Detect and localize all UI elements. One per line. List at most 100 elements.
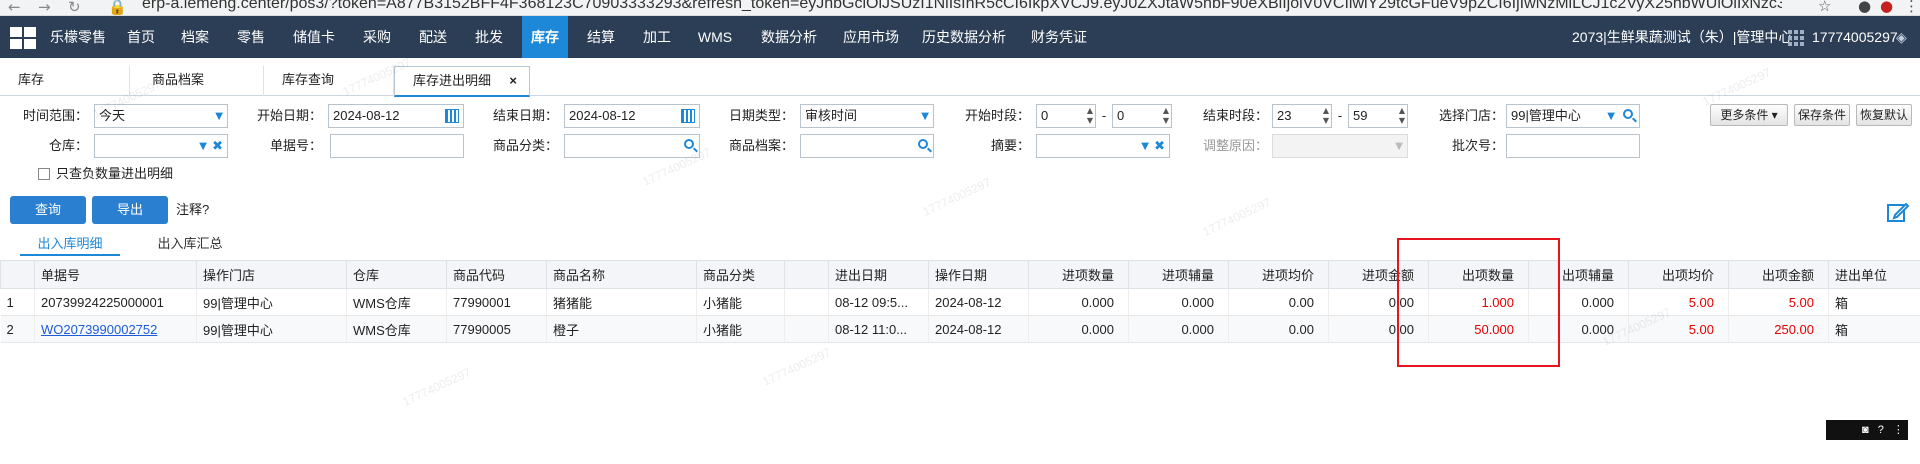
in-qty-cell: 0.000 — [1028, 315, 1129, 343]
end-date-input[interactable]: 2024-08-12 — [564, 104, 700, 128]
reload-icon[interactable]: ↻ — [68, 0, 81, 15]
clear-icon[interactable]: ✖ — [1154, 135, 1165, 157]
col-header[interactable]: 商品代码 — [446, 260, 547, 289]
nav-distribution[interactable]: 配送 — [410, 16, 456, 58]
nav-data-analysis[interactable]: 数据分析 — [756, 16, 822, 58]
note-link[interactable]: 注释? — [176, 198, 209, 222]
col-header[interactable]: 进出日期 — [828, 260, 929, 289]
nav-wholesale[interactable]: 批发 — [466, 16, 512, 58]
end-minute-stepper[interactable]: 59 ▲ ▼ — [1348, 104, 1408, 128]
search-icon[interactable] — [918, 139, 928, 149]
search-icon[interactable] — [684, 139, 694, 149]
account-name[interactable]: 17774005297 — [1812, 16, 1898, 58]
stepper-arrows-icon[interactable]: ▲ ▼ — [1399, 106, 1405, 126]
nav-app-market[interactable]: 应用市场 — [838, 16, 904, 58]
back-icon[interactable]: ← — [8, 0, 21, 15]
warehouse-select[interactable]: ▼ ✖ — [94, 134, 228, 158]
nav-brand[interactable]: 乐檬零售 — [42, 16, 114, 58]
start-hour-stepper[interactable]: 0 ▲ ▼ — [1036, 104, 1096, 128]
save-conditions-button[interactable]: 保存条件 — [1794, 104, 1850, 126]
nav-stored-value-card[interactable]: 储值卡 — [284, 16, 344, 58]
calendar-icon[interactable] — [445, 109, 459, 123]
stepper-arrows-icon[interactable]: ▲ ▼ — [1087, 106, 1093, 126]
col-header[interactable]: 出项金额 — [1728, 260, 1829, 289]
nav-home[interactable]: 首页 — [118, 16, 164, 58]
nav-inventory[interactable]: 库存 — [522, 16, 568, 58]
nav-retail[interactable]: 零售 — [228, 16, 274, 58]
col-header[interactable]: 出项数量 — [1428, 260, 1529, 289]
tab-product-archive[interactable]: 商品档案 — [130, 66, 264, 96]
batch-input[interactable] — [1506, 134, 1640, 158]
col-header[interactable] — [0, 260, 35, 289]
date-type-select[interactable]: 审核时间 ▼ — [800, 104, 934, 128]
current-store-user[interactable]: 2073|生鲜果蔬测试（朱）|管理中心 — [1572, 16, 1792, 58]
nav-finance-voucher[interactable]: 财务凭证 — [1026, 16, 1092, 58]
col-header[interactable]: 商品分类 — [696, 260, 785, 289]
edit-icon[interactable] — [1886, 200, 1910, 224]
table-row[interactable]: 1 20739924225000001 99|管理中心 WMS仓库 779900… — [0, 288, 1920, 316]
nav-history-analysis[interactable]: 历史数据分析 — [918, 16, 1010, 58]
col-header[interactable]: 进项数量 — [1028, 260, 1129, 289]
table-row[interactable]: 2 WO2073990002752 99|管理中心 WMS仓库 77990005… — [0, 315, 1920, 343]
col-header[interactable]: 进项均价 — [1228, 260, 1329, 289]
pin-icon[interactable]: ◈ — [1896, 16, 1907, 58]
more-conditions-button[interactable]: 更多条件 ▾ — [1710, 104, 1788, 126]
help-icon[interactable]: ? — [1878, 424, 1884, 436]
category-cell: 小猪能 — [696, 288, 785, 316]
tab-inventory-io-detail[interactable]: 库存进出明细 × — [394, 66, 530, 97]
col-header[interactable]: 进出单位 — [1828, 260, 1920, 289]
browser-menu-icon[interactable]: ⋮ — [1904, 0, 1919, 15]
tab-inventory[interactable]: 库存 — [0, 66, 130, 96]
store-select[interactable]: 99|管理中心 ▼ — [1506, 104, 1640, 128]
col-header[interactable]: 仓库 — [346, 260, 447, 289]
alert-icon[interactable]: ● — [1880, 0, 1893, 15]
col-header[interactable]: 出项辅量 — [1528, 260, 1629, 289]
doc-no-input[interactable] — [330, 134, 464, 158]
address-input[interactable]: erp-a.lemeng.center/pos3/?token=A877B315… — [142, 0, 1782, 13]
export-button[interactable]: 导出 — [92, 196, 168, 224]
app-grid-icon[interactable] — [10, 27, 36, 49]
col-header[interactable]: 单据号 — [34, 260, 197, 289]
end-hour-stepper[interactable]: 23 ▲ ▼ — [1272, 104, 1332, 128]
start-date-input[interactable]: 2024-08-12 — [328, 104, 464, 128]
calendar-icon[interactable] — [681, 109, 695, 123]
clear-icon[interactable]: ✖ — [212, 135, 223, 157]
negative-only-checkbox[interactable] — [38, 168, 50, 180]
stepper-arrows-icon[interactable]: ▲ ▼ — [1323, 106, 1329, 126]
end-minute-value: 59 — [1353, 108, 1368, 123]
window-icon[interactable]: ◙ — [1862, 424, 1869, 436]
query-button[interactable]: 查询 — [10, 196, 86, 224]
tab-io-detail[interactable]: 出入库明细 — [20, 232, 120, 256]
nav-wms[interactable]: WMS — [690, 16, 740, 58]
negative-only-label: 只查负数量进出明细 — [56, 166, 174, 181]
product-input[interactable] — [800, 134, 934, 158]
tab-inventory-query[interactable]: 库存查询 — [264, 66, 394, 96]
col-header[interactable]: 进项金额 — [1328, 260, 1429, 289]
restore-default-button[interactable]: 恢复默认 — [1856, 104, 1912, 126]
close-icon[interactable]: × — [509, 67, 517, 95]
col-header[interactable]: 操作门店 — [196, 260, 347, 289]
tab-io-summary[interactable]: 出入库汇总 — [140, 232, 240, 256]
menu-grid-icon[interactable] — [1788, 30, 1804, 46]
col-header[interactable]: 出项均价 — [1628, 260, 1729, 289]
col-header[interactable]: 商品名称 — [546, 260, 697, 289]
more-icon[interactable]: ⋮ — [1893, 424, 1904, 436]
summary-select[interactable]: ▼ ✖ — [1036, 134, 1170, 158]
forward-icon[interactable]: → — [38, 0, 51, 15]
lock-icon: 🔒 — [108, 0, 127, 16]
search-icon[interactable] — [1623, 109, 1633, 119]
col-header[interactable] — [784, 260, 829, 289]
col-header[interactable]: 操作日期 — [928, 260, 1029, 289]
profile-icon[interactable]: ● — [1858, 0, 1871, 15]
bookmark-star-icon[interactable]: ☆ — [1818, 0, 1831, 15]
nav-processing[interactable]: 加工 — [634, 16, 680, 58]
start-minute-stepper[interactable]: 0 ▲ ▼ — [1112, 104, 1172, 128]
nav-archive[interactable]: 档案 — [172, 16, 218, 58]
doc-no-link[interactable]: WO2073990002752 — [41, 322, 157, 337]
category-input[interactable] — [564, 134, 700, 158]
nav-purchase[interactable]: 采购 — [354, 16, 400, 58]
nav-settlement[interactable]: 结算 — [578, 16, 624, 58]
time-range-select[interactable]: 今天 ▼ — [94, 104, 228, 128]
col-header[interactable]: 进项辅量 — [1128, 260, 1229, 289]
stepper-arrows-icon[interactable]: ▲ ▼ — [1163, 106, 1169, 126]
